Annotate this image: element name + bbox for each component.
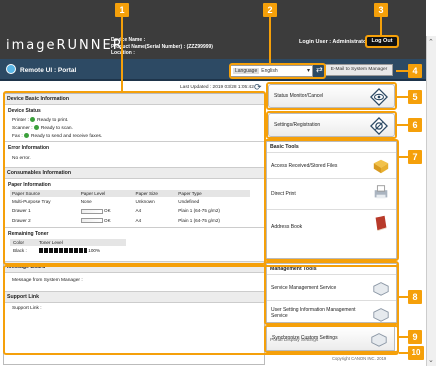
- highlight-frame-5: [266, 82, 397, 110]
- callout-9: 9: [408, 330, 422, 344]
- copyright: Copyright CANON INC. 2019: [332, 356, 387, 361]
- highlight-frame-10: [3, 265, 399, 355]
- callout-10: 10: [408, 346, 424, 360]
- callout-line: [399, 336, 408, 338]
- callout-line: [269, 14, 271, 64]
- callout-3: 3: [374, 3, 388, 17]
- callout-1: 1: [115, 3, 129, 17]
- callout-5: 5: [408, 90, 422, 104]
- callout-7: 7: [408, 150, 422, 164]
- product-logo: imageRUNNER: [6, 38, 124, 53]
- callout-line: [397, 96, 408, 98]
- last-updated: Last Updated : 2019 03/28 1:05:42: [180, 85, 254, 90]
- callout-line: [397, 124, 408, 126]
- highlight-frame-7: [264, 139, 399, 261]
- portal-icon: [6, 64, 16, 74]
- highlight-frame-1: [3, 91, 266, 265]
- callout-line: [396, 70, 408, 72]
- scroll-up-icon[interactable]: ⌃: [428, 38, 434, 46]
- portal-title: Remote UI : Portal: [20, 67, 77, 74]
- callout-line: [399, 352, 408, 354]
- highlight-frame-3: [365, 35, 399, 48]
- device-info: Device Name : Product Name(Serial Number…: [111, 37, 213, 57]
- scroll-down-icon[interactable]: ⌄: [428, 356, 434, 364]
- callout-6: 6: [408, 118, 422, 132]
- callout-line: [399, 296, 408, 298]
- scrollbar[interactable]: ⌃ ⌄: [426, 36, 436, 366]
- callout-4: 4: [408, 64, 422, 78]
- callout-line: [121, 14, 123, 93]
- callout-8: 8: [408, 290, 422, 304]
- email-system-manager-button[interactable]: E-Mail to System Manager: [325, 64, 393, 76]
- callout-line: [399, 156, 408, 158]
- location-label: Location :: [111, 50, 135, 56]
- callout-line: [380, 14, 382, 36]
- login-user: Login User : Administrator: [299, 39, 369, 45]
- highlight-frame-2: [229, 63, 326, 79]
- callout-2: 2: [263, 3, 277, 17]
- highlight-frame-6: [266, 111, 397, 139]
